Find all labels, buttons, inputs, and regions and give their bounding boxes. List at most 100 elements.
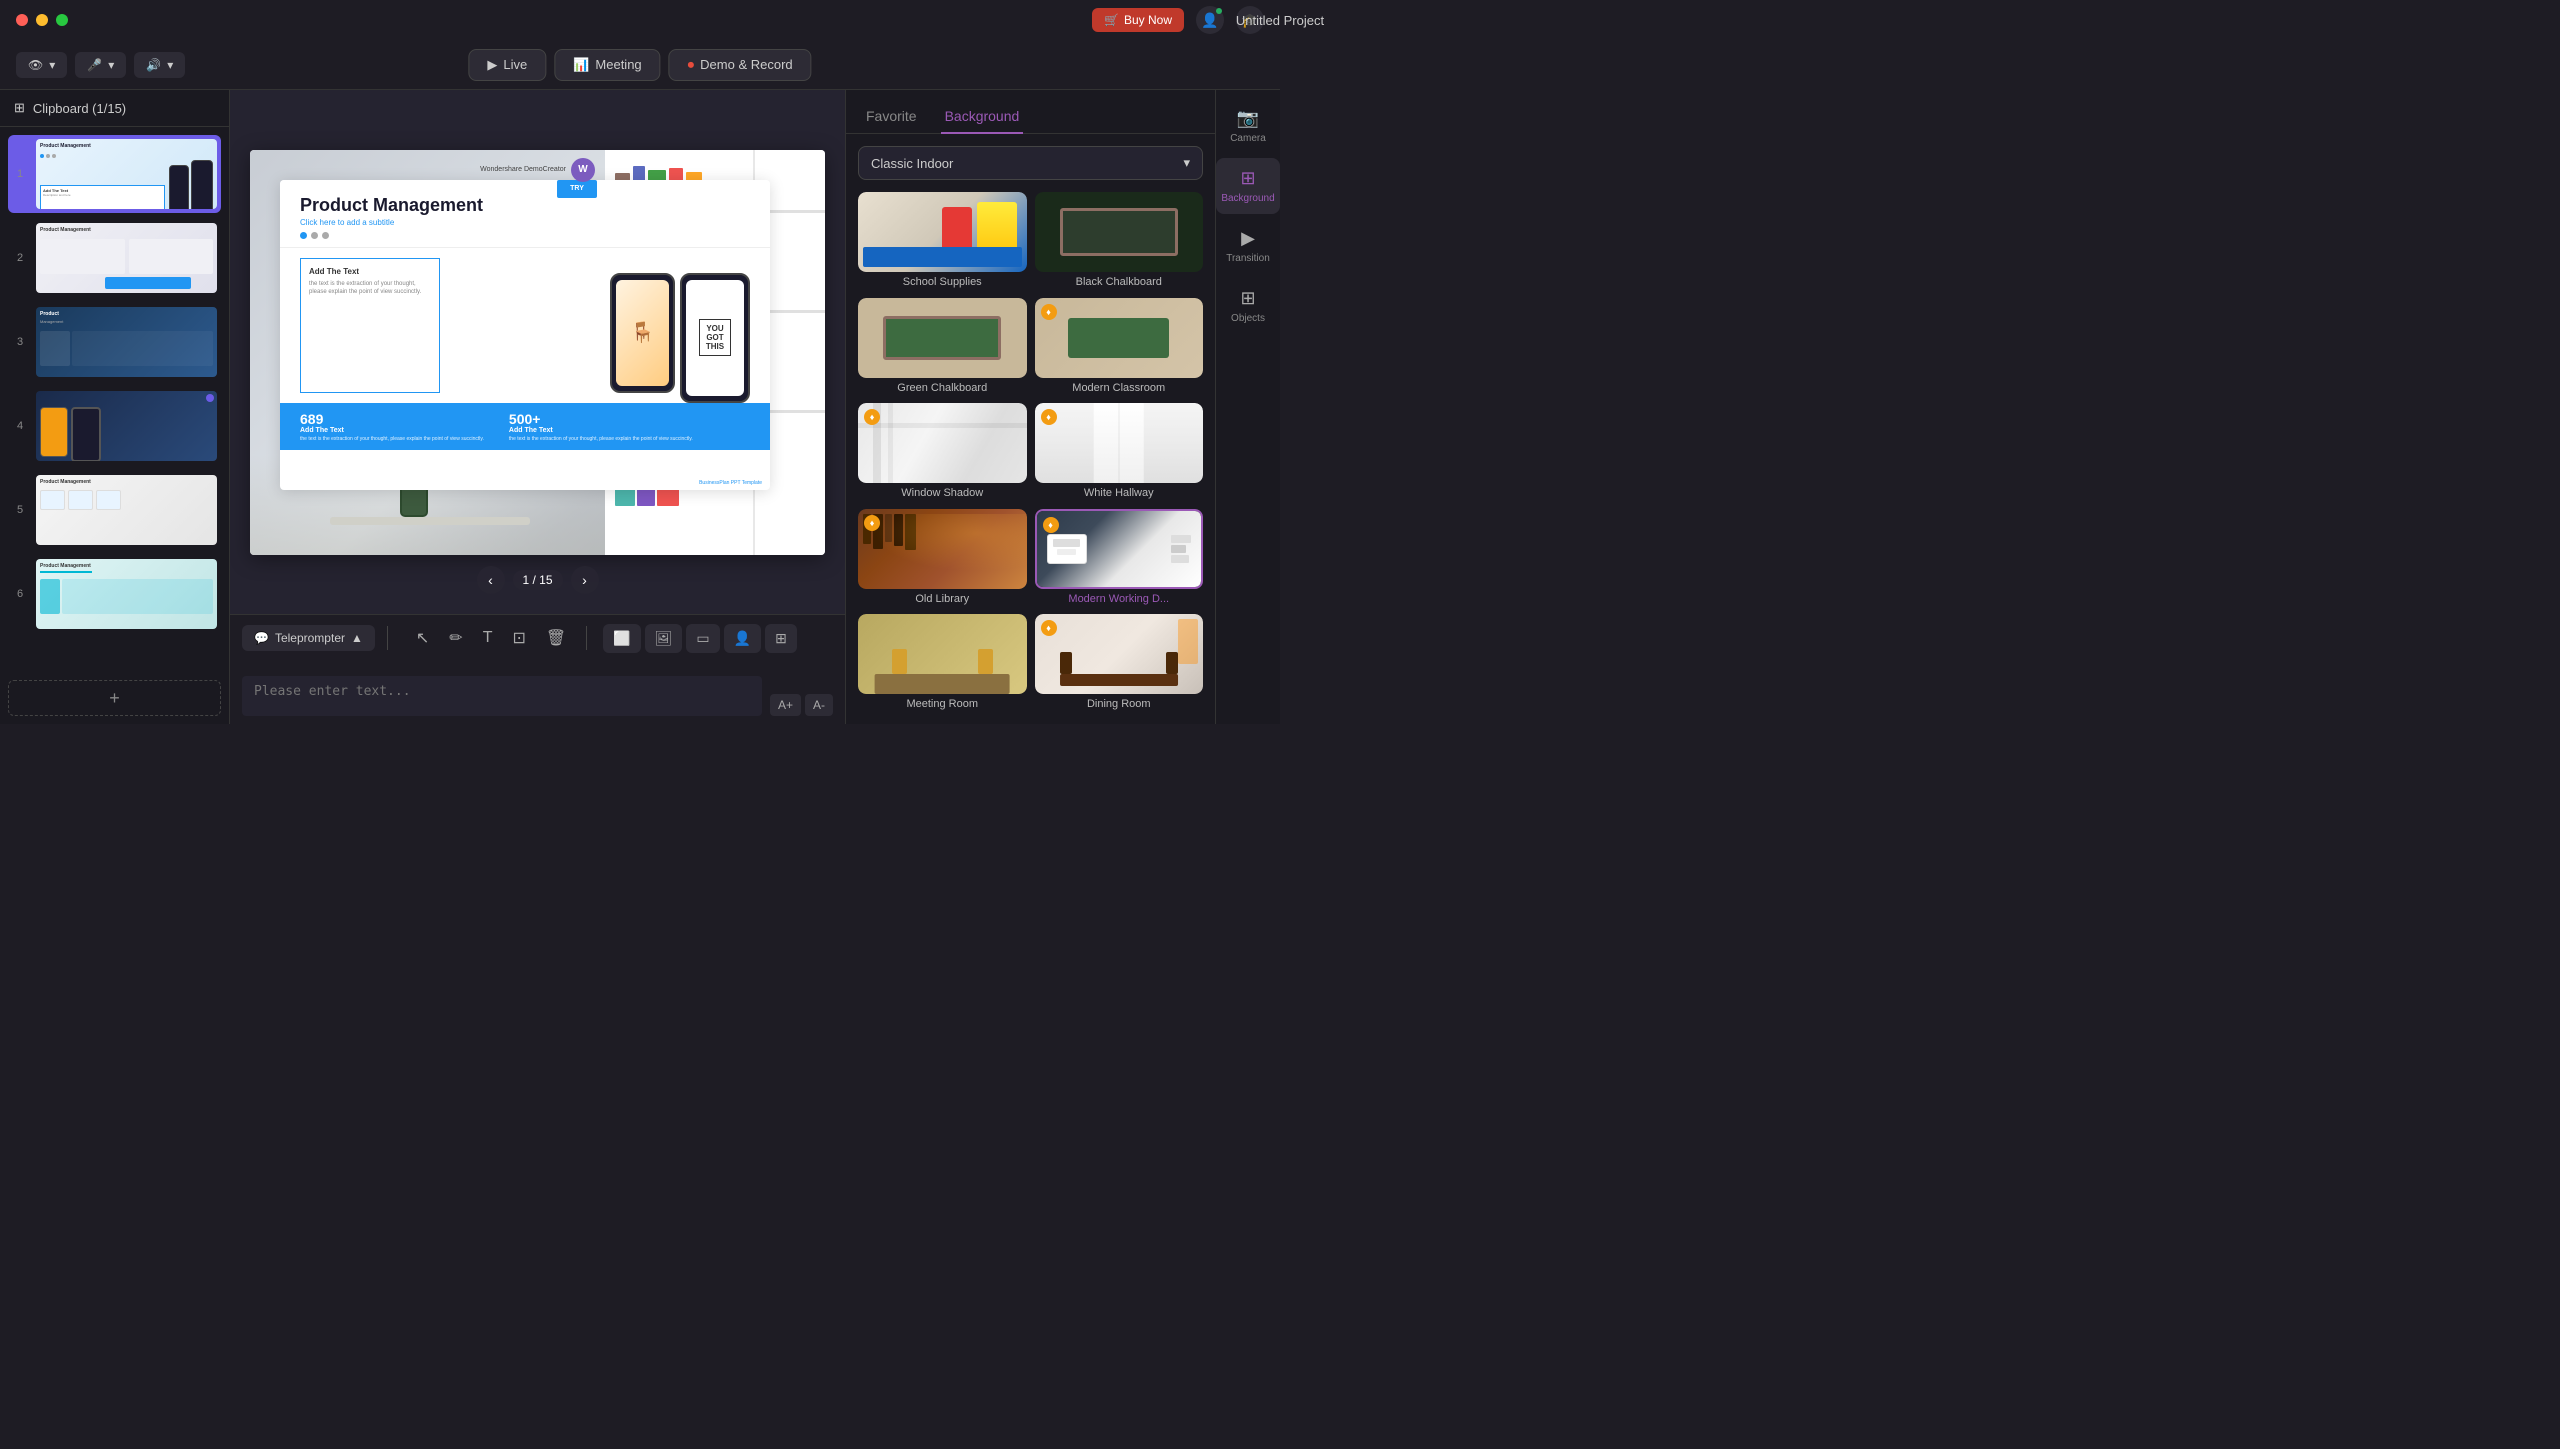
next-slide-button[interactable]: › (571, 566, 599, 594)
user-icon[interactable]: 👤 (1196, 6, 1224, 34)
slide-thumbnail-4 (36, 391, 217, 461)
bg-name-black-chalkboard: Black Chalkboard (1035, 272, 1204, 290)
add-slide-button[interactable]: + (8, 680, 221, 716)
shape-tool-button[interactable]: ⊡ (504, 623, 533, 653)
far-right-objects[interactable]: ⊞ Objects (1216, 278, 1280, 334)
bg-thumb-meeting-room (858, 614, 1027, 694)
bg-name-modern-working: Modern Working D... (1035, 589, 1204, 607)
buy-now-button[interactable]: 🛒 Buy Now (1092, 8, 1184, 32)
transition-icon: ▶ (1241, 228, 1255, 249)
background-category-dropdown[interactable]: Classic Indoor ▾ (858, 146, 1203, 180)
traffic-lights (16, 14, 68, 26)
video-button[interactable]: ▭ (686, 624, 719, 653)
eraser-tool-button[interactable]: 🗑 (538, 623, 574, 653)
slide-thumbnail-3: Product Management (36, 307, 217, 377)
bg-item-black-chalkboard[interactable]: Black Chalkboard (1035, 192, 1204, 290)
bg-item-old-library[interactable]: ♦ Old Library (858, 509, 1027, 607)
bg-item-modern-working[interactable]: ♦ Modern Working D... (1035, 509, 1204, 607)
maximize-button[interactable] (56, 14, 68, 26)
teleprompter-button[interactable]: 💬 Teleprompter ▲ (242, 625, 375, 651)
bg-item-meeting-room[interactable]: Meeting Room (858, 614, 1027, 712)
slide-item-3[interactable]: 3 Product Management (8, 303, 221, 381)
slide-number-2: 2 (12, 252, 28, 264)
bg-item-dining-room[interactable]: ♦ Dining Room (1035, 614, 1204, 712)
background-panel-icon: ⊞ (1240, 168, 1255, 189)
far-right-camera[interactable]: 📷 Camera (1216, 98, 1280, 154)
far-right-transition[interactable]: ▶ Transition (1216, 218, 1280, 274)
canvas-area: Product Management Click here to add a s… (230, 90, 845, 724)
slide-number-1: 1 (12, 168, 28, 180)
bg-item-window-shadow[interactable]: ♦ Window Shadow (858, 403, 1027, 501)
select-tool-button[interactable]: ↖ (408, 623, 437, 653)
bg-thumb-dining-room: ♦ (1035, 614, 1204, 694)
tab-background[interactable]: Background (941, 100, 1024, 134)
bg-name-meeting-room: Meeting Room (858, 694, 1027, 712)
sidebar: ⊞ Clipboard (1/15) 1 Product Management (0, 90, 230, 724)
canvas-wrapper: Product Management Click here to add a s… (230, 90, 845, 614)
mic-button[interactable]: 🎤 ▾ (75, 52, 126, 78)
minimize-button[interactable] (36, 14, 48, 26)
record-icon: ⏺ (688, 57, 695, 73)
live-icon: ▶ (487, 57, 497, 73)
tab-favorite[interactable]: Favorite (862, 100, 921, 134)
bg-item-green-chalkboard[interactable]: Green Chalkboard (858, 298, 1027, 396)
font-increase-button[interactable]: A+ (770, 694, 801, 716)
bg-name-window-shadow: Window Shadow (858, 483, 1027, 501)
live-button[interactable]: ▶ Live (468, 49, 546, 81)
teleprompter-area: A+ A- (242, 661, 833, 716)
online-status (1216, 8, 1222, 14)
divider-1 (387, 626, 388, 650)
grid-button[interactable]: ⊞ (765, 624, 797, 653)
slide-thumbnail-5: Product Management (36, 475, 217, 545)
far-right-background[interactable]: ⊞ Background (1216, 158, 1280, 214)
bg-thumb-white-hallway: ♦ (1035, 403, 1204, 483)
selected-indicator (206, 394, 214, 402)
panel-tabs: Favorite Background (846, 90, 1215, 134)
slide-item-1[interactable]: 1 Product Management Add The Text (8, 135, 221, 213)
far-right-panel: 📷 Camera ⊞ Background ▶ Transition ⊞ Obj… (1215, 90, 1280, 724)
slide-item-2[interactable]: 2 Product Management (8, 219, 221, 297)
bg-name-dining-room: Dining Room (1035, 694, 1204, 712)
bg-item-modern-classroom[interactable]: ♦ Modern Classroom (1035, 298, 1204, 396)
volume-button[interactable]: 🔊 ▾ (134, 52, 185, 78)
person-button[interactable]: 👤 (724, 624, 761, 653)
chevron-up-icon: ▲ (351, 631, 363, 645)
stat2-number: 500+ (509, 411, 693, 427)
bg-item-school-supplies[interactable]: School Supplies (858, 192, 1027, 290)
slide-item-4[interactable]: 4 (8, 387, 221, 465)
slide-subtitle: Click here to add a subtitle (300, 218, 750, 227)
premium-badge-white-hallway: ♦ (1041, 409, 1057, 425)
stat2-label: Add The Text (509, 427, 693, 434)
stat1-label: Add The Text (300, 427, 484, 434)
cart-icon: 🛒 (1104, 13, 1119, 27)
font-controls: A+ A- (770, 694, 833, 716)
bg-thumb-modern-classroom: ♦ (1035, 298, 1204, 378)
objects-icon: ⊞ (1240, 288, 1255, 309)
bg-item-white-hallway[interactable]: ♦ White Hallway (1035, 403, 1204, 501)
meeting-button[interactable]: 📊 Meeting (554, 49, 660, 81)
bg-thumb-black-chalkboard (1035, 192, 1204, 272)
divider-2 (586, 626, 587, 650)
slide-watermark: BusinessPlan PPT Template (699, 480, 762, 486)
teleprompter-input[interactable] (242, 676, 762, 716)
add-text-desc: the text is the extraction of your thoug… (309, 280, 431, 297)
font-decrease-button[interactable]: A- (805, 694, 833, 716)
edit-tools: ↖ ✏ T ⊡ 🗑 (408, 623, 574, 653)
bg-name-old-library: Old Library (858, 589, 1027, 607)
presenter-button[interactable]: 👁 ▾ (16, 52, 67, 78)
slide-item-5[interactable]: 5 Product Management (8, 471, 221, 549)
prev-slide-button[interactable]: ‹ (476, 566, 504, 594)
slide-item-6[interactable]: 6 Product Management (8, 555, 221, 633)
demo-record-button[interactable]: ⏺ Demo & Record (669, 49, 812, 81)
image-button[interactable]: 🖼 (645, 624, 683, 653)
right-panel: Favorite Background Classic Indoor ▾ Sch… (845, 90, 1215, 724)
slide-thumbnail-1: Product Management Add The Text Descript… (36, 139, 217, 209)
presenter-icon: 👁 (28, 58, 43, 72)
screen-capture-button[interactable]: ⬜ (603, 624, 640, 653)
pen-tool-button[interactable]: ✏ (441, 623, 470, 653)
close-button[interactable] (16, 14, 28, 26)
chat-icon: 💬 (254, 631, 269, 645)
bg-name-green-chalkboard: Green Chalkboard (858, 378, 1027, 396)
bg-name-white-hallway: White Hallway (1035, 483, 1204, 501)
text-tool-button[interactable]: T (475, 623, 501, 653)
